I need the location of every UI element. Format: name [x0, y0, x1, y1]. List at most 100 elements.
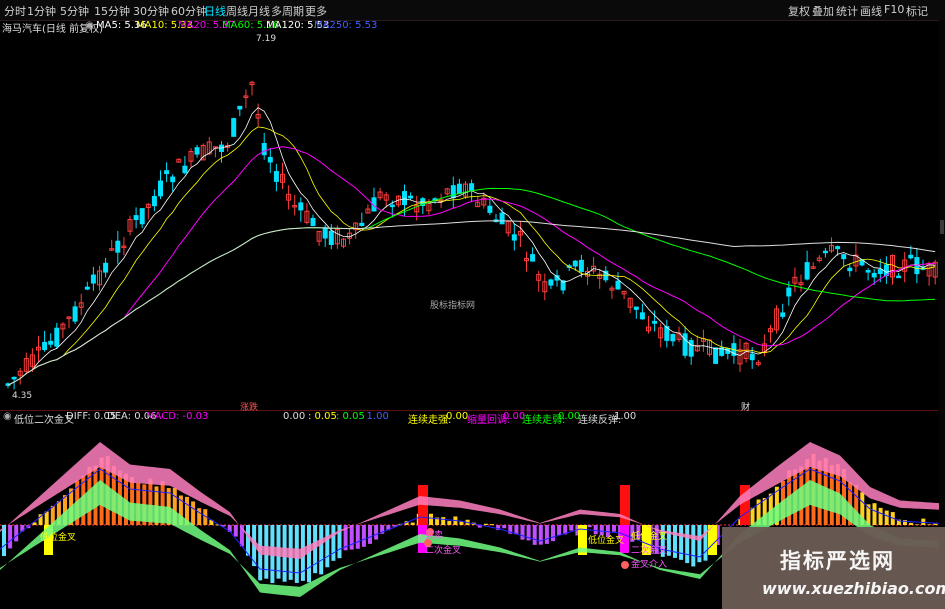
candle-body — [865, 270, 871, 273]
macd-bar — [44, 511, 49, 525]
f10-button[interactable]: F10 — [884, 3, 904, 16]
candle-body — [896, 275, 902, 279]
tab-timeframe-5[interactable]: 30分钟 — [133, 3, 169, 19]
candle-body — [231, 118, 237, 137]
candle-body — [487, 205, 493, 213]
stock-chart-window: 分时 1分钟 5分钟 15分钟 30分钟 60分钟 日线 周线 月线 多周期 更… — [0, 0, 945, 609]
signal-label-e: 低位金叉 — [631, 532, 668, 542]
candle-body — [267, 156, 273, 163]
tab-timeframe-9[interactable]: 月线 — [248, 3, 270, 19]
macd-bar — [14, 525, 19, 542]
ma10-line — [7, 126, 936, 386]
macd-bar — [557, 525, 562, 536]
ma-legend: 海马汽车(日线 前复权) ◉ MA5: 5.36 MA10: 5.33 MA20… — [0, 20, 945, 35]
candle-body — [261, 143, 267, 156]
ma5-line — [7, 107, 936, 386]
macd-bar — [909, 522, 914, 525]
candle-body — [469, 183, 475, 191]
indicator-name: 低位二次金叉 — [14, 415, 74, 426]
macd-bar — [915, 524, 920, 525]
tab-timeframe-10[interactable]: 多周期 — [271, 3, 304, 19]
timeframe-toolbar: 分时 1分钟 5分钟 15分钟 30分钟 60分钟 日线 周线 月线 多周期 更… — [0, 0, 945, 21]
candle-body — [835, 246, 841, 250]
candle-body — [530, 254, 536, 262]
watermark-url: www.xuezhibiao.com — [762, 579, 945, 598]
candle-body — [115, 240, 121, 253]
candle-body — [511, 234, 517, 241]
candle-body — [847, 267, 853, 272]
tab-timeframe-4[interactable]: 15分钟 — [94, 3, 130, 19]
macd-bar — [703, 525, 708, 561]
candle-body — [273, 171, 279, 182]
candle-body — [359, 222, 365, 226]
macd-bar — [410, 522, 415, 525]
candle-body — [158, 180, 163, 197]
signal-dot — [621, 561, 629, 569]
candle-body — [133, 215, 139, 221]
stats-button[interactable]: 统计 — [836, 3, 858, 19]
candle-body — [688, 340, 694, 357]
candle-body — [841, 254, 847, 260]
candle-body — [908, 254, 914, 259]
indicator-v4: : 1.00 — [360, 411, 389, 422]
tab-timeframe-3[interactable]: 5分钟 — [60, 3, 89, 19]
candle-body — [652, 320, 658, 324]
overlay-button[interactable]: 叠加 — [812, 3, 834, 19]
macd-bar — [355, 525, 360, 549]
tab-timeframe-8[interactable]: 周线 — [226, 3, 248, 19]
macd-bar — [319, 525, 324, 575]
candle-body — [310, 217, 316, 227]
tab-timeframe-6[interactable]: 60分钟 — [171, 3, 207, 19]
candle-body — [578, 259, 584, 272]
macd-bar — [331, 525, 336, 561]
candle-body — [615, 280, 621, 290]
price-panel[interactable]: 7.19 4.35 股标指标网 涨跌 财 — [0, 34, 938, 413]
tab-timeframe-more[interactable]: 更多 — [305, 3, 327, 19]
macd-bar — [483, 523, 488, 525]
indicator-v2: : 0.05 — [308, 411, 337, 422]
macd-bar — [325, 525, 330, 568]
candle-body — [298, 202, 304, 211]
candle-body — [682, 333, 688, 356]
watermark-box: 指标严选网 www.xuezhibiao.com — [722, 527, 945, 609]
macd-value: MACD: -0.03 — [146, 411, 209, 422]
macd-bar — [872, 503, 877, 525]
macd-bar — [750, 507, 755, 525]
candle-body — [402, 191, 407, 206]
macd-bar — [884, 510, 889, 525]
candle-body — [328, 230, 334, 246]
tab-timeframe-1[interactable]: 分时 — [4, 3, 26, 19]
settings-gear-icon[interactable]: ◉ — [85, 20, 94, 31]
strong-label: 连续走强: — [408, 415, 452, 426]
candle-body — [389, 204, 395, 208]
signal-label-c: 二次金叉 — [425, 546, 462, 556]
ma250-value: MA250: 5.53 — [314, 20, 378, 31]
fq-button[interactable]: 复权 — [788, 3, 810, 19]
vertical-scrollbar[interactable] — [939, 20, 945, 609]
candle-body — [11, 376, 17, 380]
candle-body — [170, 176, 176, 183]
macd-bar — [191, 501, 196, 525]
macd-bar — [921, 518, 926, 525]
candle-body — [572, 260, 578, 267]
candle-body — [164, 170, 170, 175]
draw-button[interactable]: 画线 — [860, 3, 882, 19]
candle-body — [804, 262, 810, 280]
mark-button[interactable]: 标记 — [906, 3, 928, 19]
candle-body — [322, 227, 328, 239]
candle-body — [639, 312, 645, 320]
candle-body — [237, 105, 243, 110]
candle-body — [456, 183, 462, 194]
candlestick-chart — [5, 80, 938, 390]
scrollbar-thumb[interactable] — [940, 220, 944, 234]
low-price-label: 4.35 — [12, 391, 33, 401]
tab-timeframe-daily[interactable]: 日线 — [204, 3, 226, 19]
signal-label-d: 低位金叉 — [588, 536, 625, 546]
candle-body — [633, 306, 639, 310]
indicator-settings-icon[interactable]: ◉ — [3, 411, 12, 422]
macd-bar — [490, 524, 494, 526]
tab-timeframe-2[interactable]: 1分钟 — [27, 3, 56, 19]
macd-bar — [197, 508, 202, 525]
macd-bar — [679, 525, 684, 560]
candle-body — [42, 341, 48, 351]
